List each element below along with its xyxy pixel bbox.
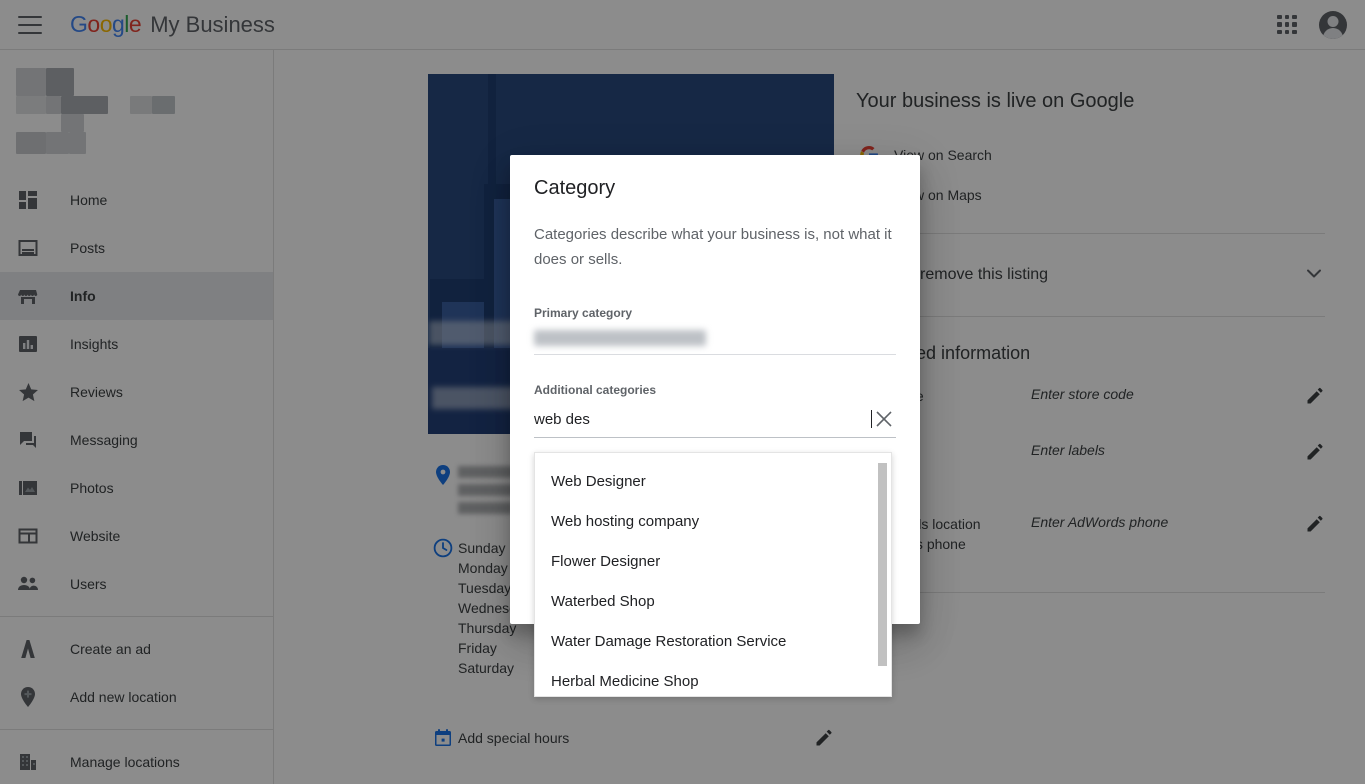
- additional-categories-field[interactable]: [534, 407, 896, 438]
- dialog-description: Categories describe what your business i…: [534, 226, 892, 268]
- dialog-title: Category: [534, 177, 616, 199]
- list-item[interactable]: Flower Designer: [535, 541, 891, 581]
- primary-category-value-redacted: [534, 330, 706, 346]
- category-suggestions-dropdown[interactable]: Web Designer Web hosting company Flower …: [534, 452, 892, 697]
- primary-category-field[interactable]: [534, 330, 896, 355]
- app-root: Google My Business Home Posts Info Insig…: [0, 0, 1365, 784]
- primary-category-label: Primary category: [534, 306, 633, 320]
- close-x-icon[interactable]: [872, 407, 896, 431]
- dropdown-scrollbar-track[interactable]: [878, 457, 889, 694]
- additional-categories-label: Additional categories: [534, 383, 657, 397]
- category-search-input[interactable]: [534, 410, 873, 428]
- list-item[interactable]: Water Damage Restoration Service: [535, 621, 891, 661]
- dropdown-scrollbar-thumb[interactable]: [878, 463, 887, 666]
- category-dialog: Category Categories describe what your b…: [510, 155, 920, 697]
- list-item[interactable]: Web Designer: [535, 461, 891, 501]
- list-item[interactable]: Herbal Medicine Shop: [535, 661, 891, 696]
- list-item[interactable]: Web hosting company: [535, 501, 891, 541]
- suggestion-list: Web Designer Web hosting company Flower …: [535, 453, 891, 696]
- list-item[interactable]: Waterbed Shop: [535, 581, 891, 621]
